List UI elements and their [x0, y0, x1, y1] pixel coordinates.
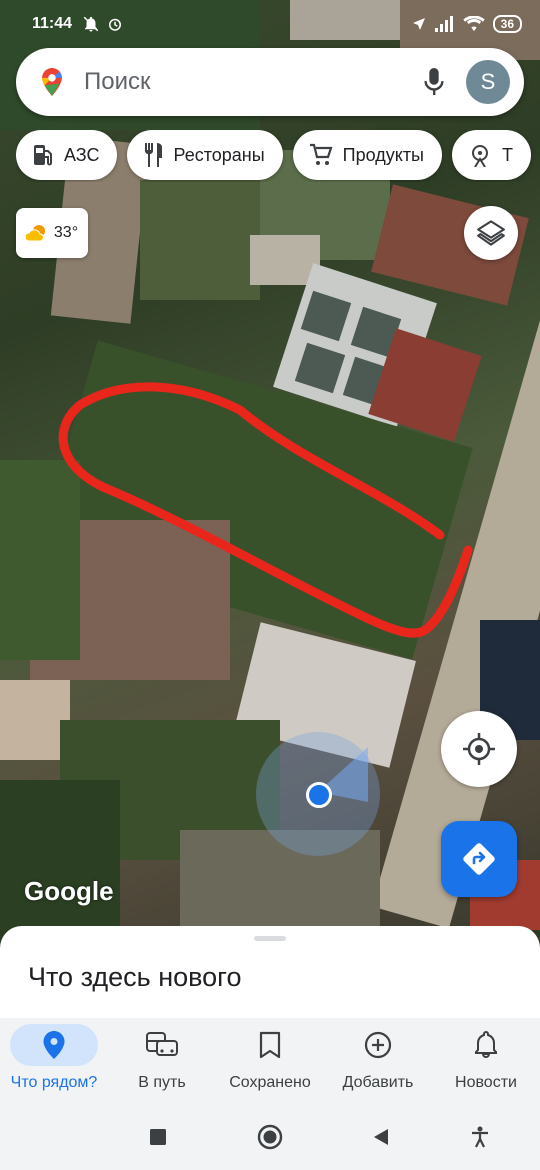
nav-updates[interactable]: Новости: [432, 1018, 540, 1106]
restaurant-icon: [145, 143, 163, 167]
gas-station-icon: [34, 145, 52, 166]
google-attribution: Google: [24, 876, 114, 906]
cart-icon: [309, 143, 333, 165]
status-time: 11:44: [32, 15, 73, 32]
home-icon[interactable]: [257, 1124, 283, 1150]
chip-groceries[interactable]: Продукты: [292, 130, 442, 180]
nav-explore[interactable]: Что рядом?: [0, 1018, 108, 1106]
account-avatar[interactable]: S: [466, 60, 510, 104]
partly-sunny-icon: [25, 225, 45, 242]
sheet-title: Что здесь нового: [28, 962, 242, 992]
attraction-icon: [472, 145, 488, 167]
voice-search-button[interactable]: [416, 64, 452, 100]
location-pin-icon: [43, 1031, 65, 1059]
search-bar[interactable]: Поиск S: [16, 48, 524, 116]
nav-commute[interactable]: В путь: [108, 1018, 216, 1106]
nav-label: Добавить: [342, 1074, 414, 1091]
sheet-drag-handle[interactable]: [254, 936, 286, 941]
chip-label: Рестораны: [173, 144, 265, 165]
directions-icon: [463, 843, 495, 875]
bottom-navigation: Что рядом? В путь Сохранено Добавить Нов…: [0, 1018, 540, 1106]
chip-label: АЗС: [64, 144, 100, 165]
layers-button[interactable]: [464, 206, 518, 260]
directions-button[interactable]: [441, 821, 517, 897]
crosshair-icon: [463, 733, 495, 765]
nav-label: В путь: [138, 1074, 186, 1091]
bottom-sheet[interactable]: Что здесь нового: [0, 926, 540, 1020]
recents-icon[interactable]: [149, 1128, 167, 1146]
layers-icon: [477, 220, 505, 246]
weather-temperature: 33°: [53, 224, 79, 241]
alarm-icon: [109, 18, 122, 31]
nav-contribute[interactable]: Добавить: [324, 1018, 432, 1106]
category-chips: АЗС Рестораны Продукты Т: [16, 130, 540, 182]
back-icon[interactable]: [372, 1128, 390, 1146]
system-navigation-bar: [0, 1106, 540, 1170]
commute-icon: [146, 1032, 178, 1056]
chip-attractions[interactable]: Т: [452, 130, 531, 180]
user-location-dot: [306, 782, 332, 808]
bell-icon: [475, 1031, 497, 1059]
mute-notifications-icon: [83, 16, 99, 32]
chip-gas-stations[interactable]: АЗС: [16, 130, 118, 180]
weather-widget[interactable]: 33°: [16, 208, 88, 258]
nav-label: Новости: [455, 1074, 517, 1091]
add-circle-icon: [364, 1031, 392, 1059]
microphone-icon: [424, 68, 444, 96]
nav-label: Сохранено: [229, 1074, 311, 1091]
nav-saved[interactable]: Сохранено: [216, 1018, 324, 1106]
wifi-icon: [462, 16, 485, 32]
maps-logo-icon: [42, 68, 62, 96]
chip-label: Продукты: [342, 144, 424, 165]
status-bar: 11:44 36: [0, 0, 540, 48]
search-input[interactable]: Поиск: [84, 68, 416, 96]
battery-indicator: 36: [492, 15, 522, 33]
location-arrow-icon: [412, 18, 425, 30]
my-location-button[interactable]: [441, 711, 517, 787]
signal-icon: [434, 16, 453, 32]
accessibility-icon[interactable]: [470, 1126, 490, 1148]
bookmark-icon: [259, 1031, 281, 1059]
chip-restaurants[interactable]: Рестораны: [127, 130, 283, 180]
chip-label: Т: [502, 144, 513, 165]
nav-label: Что рядом?: [10, 1074, 98, 1091]
